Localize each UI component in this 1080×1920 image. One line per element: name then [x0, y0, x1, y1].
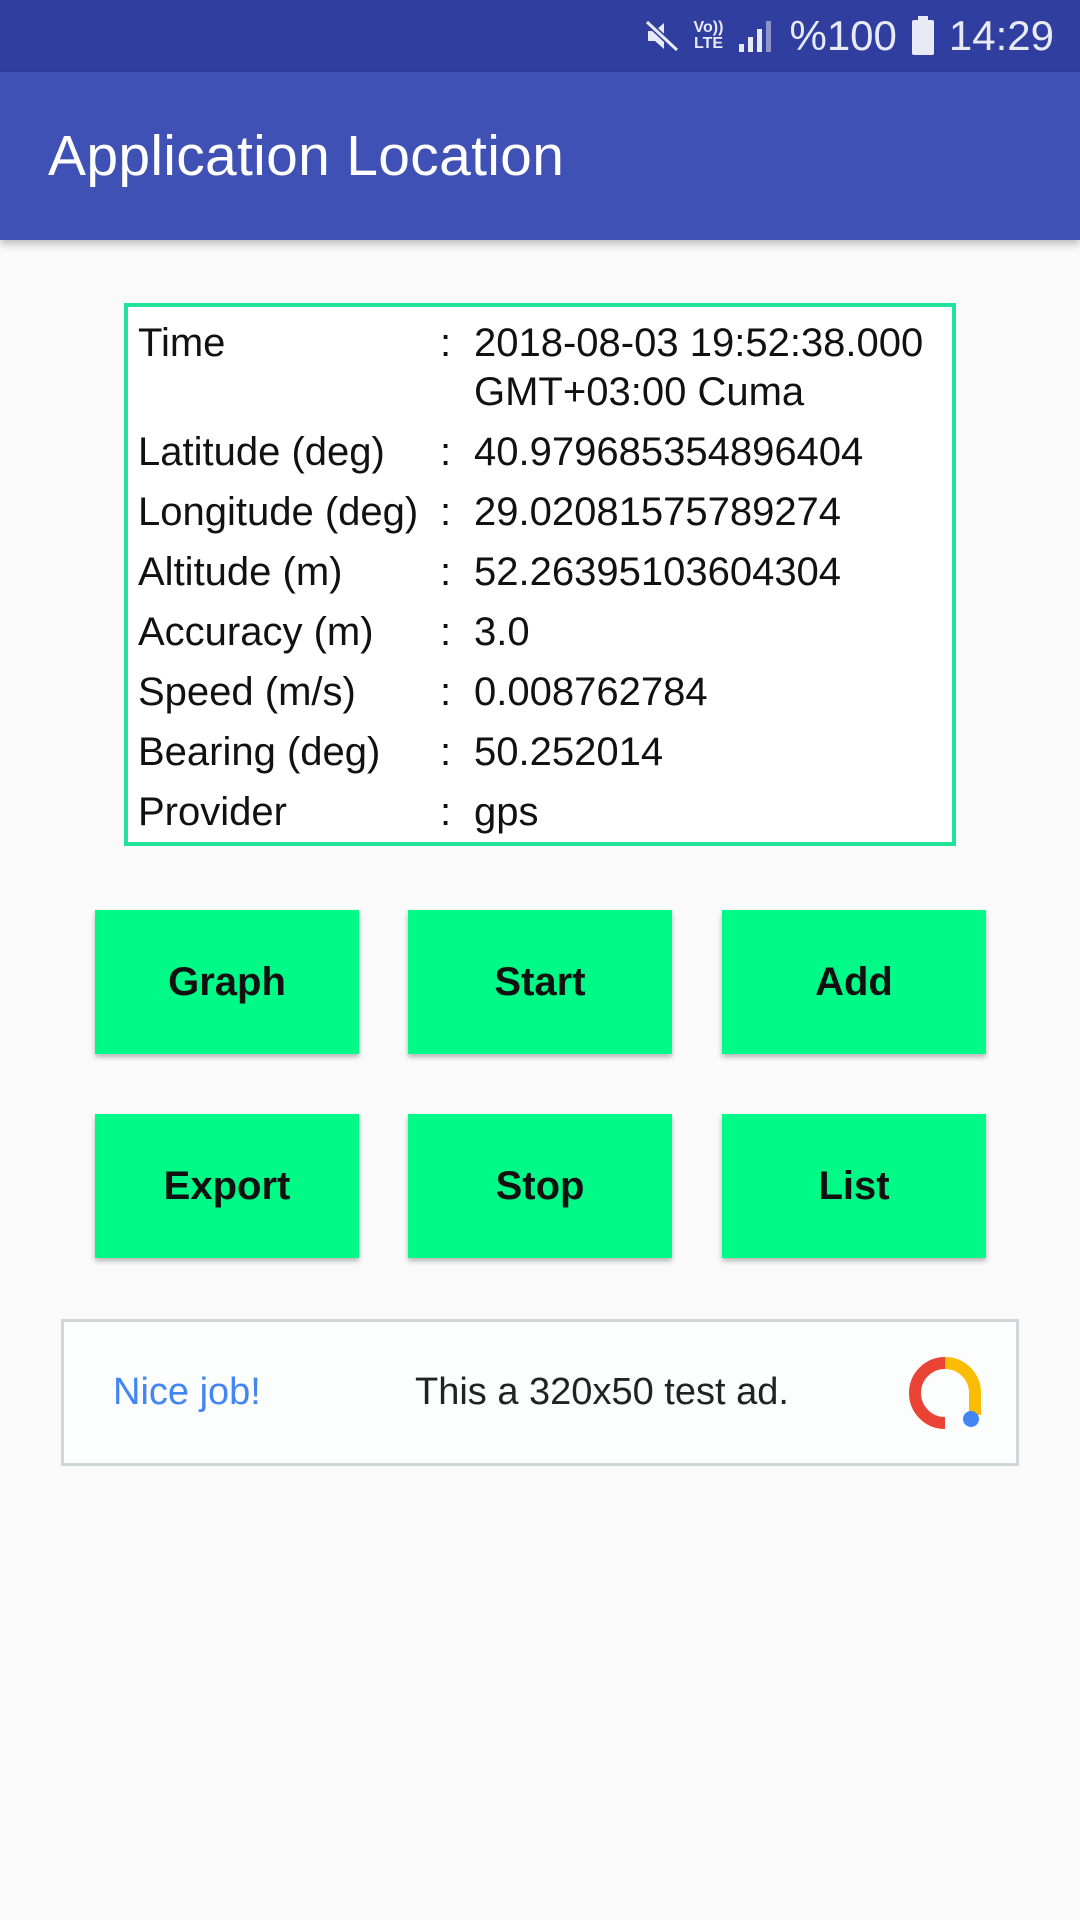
info-value: 3.0: [474, 610, 530, 654]
info-separator: :: [440, 730, 452, 774]
export-button[interactable]: Export: [95, 1114, 359, 1258]
add-button[interactable]: Add: [722, 910, 986, 1054]
info-label: Speed (m/s): [138, 670, 356, 714]
info-value: 50.252014: [474, 730, 664, 774]
info-value: 29.02081575789274: [474, 490, 842, 534]
clock: 14:29: [948, 12, 1054, 59]
info-row-provider: Provider : gps: [138, 788, 952, 837]
info-value: 40.979685354896404: [474, 430, 864, 474]
ad-text: This a 320x50 test ad.: [415, 1371, 789, 1413]
list-button[interactable]: List: [722, 1114, 986, 1258]
info-label: Time: [138, 321, 226, 365]
info-separator: :: [440, 490, 452, 534]
info-value: gps: [474, 790, 539, 834]
volte-icon: Vo)) LTE: [693, 19, 724, 52]
info-label: Bearing (deg): [138, 730, 381, 774]
info-label: Longitude (deg): [138, 490, 419, 534]
info-separator: :: [440, 610, 452, 654]
info-label: Latitude (deg): [138, 430, 385, 474]
graph-button[interactable]: Graph: [95, 910, 359, 1054]
app-bar: Application Location: [0, 72, 1080, 240]
time-value-line2: GMT+03:00 Cuma: [474, 370, 805, 414]
time-value-line1: 2018-08-03 19:52:38.000: [474, 321, 924, 365]
info-row-speed: Speed (m/s) : 0.008762784: [138, 668, 952, 717]
info-separator: :: [440, 790, 452, 834]
info-row-bearing: Bearing (deg) : 50.252014: [138, 728, 952, 777]
info-label: Provider: [138, 790, 287, 834]
mute-icon: [644, 18, 680, 54]
page-title: Application Location: [48, 124, 565, 188]
info-row-longitude: Longitude (deg) : 29.02081575789274: [138, 488, 952, 537]
start-button[interactable]: Start: [408, 910, 672, 1054]
location-info-panel: Time : 2018-08-03 19:52:38.000 GMT+03:00…: [124, 303, 956, 846]
info-separator: :: [440, 321, 452, 365]
battery-percent: %100: [789, 12, 897, 59]
info-row-altitude: Altitude (m) : 52.26395103604304: [138, 548, 952, 597]
info-value: 0.008762784: [474, 670, 708, 714]
battery-icon: [911, 16, 935, 56]
info-value: 52.26395103604304: [474, 550, 842, 594]
ad-banner[interactable]: Nice job! This a 320x50 test ad.: [61, 1319, 1019, 1466]
status-bar: Vo)) LTE %100 14:29: [0, 0, 1080, 72]
stop-button[interactable]: Stop: [408, 1114, 672, 1258]
signal-icon: [737, 18, 775, 54]
info-label: Accuracy (m): [138, 610, 374, 654]
info-label: Altitude (m): [138, 550, 343, 594]
info-separator: :: [440, 670, 452, 714]
info-value: 2018-08-03 19:52:38.000 GMT+03:00 Cuma: [474, 319, 952, 417]
info-row-time: Time : 2018-08-03 19:52:38.000 GMT+03:00…: [138, 319, 952, 417]
info-row-latitude: Latitude (deg) : 40.979685354896404: [138, 428, 952, 477]
info-row-accuracy: Accuracy (m) : 3.0: [138, 608, 952, 657]
info-separator: :: [440, 550, 452, 594]
ad-logo-icon: [909, 1357, 981, 1429]
ad-headline: Nice job!: [113, 1371, 261, 1413]
info-separator: :: [440, 430, 452, 474]
